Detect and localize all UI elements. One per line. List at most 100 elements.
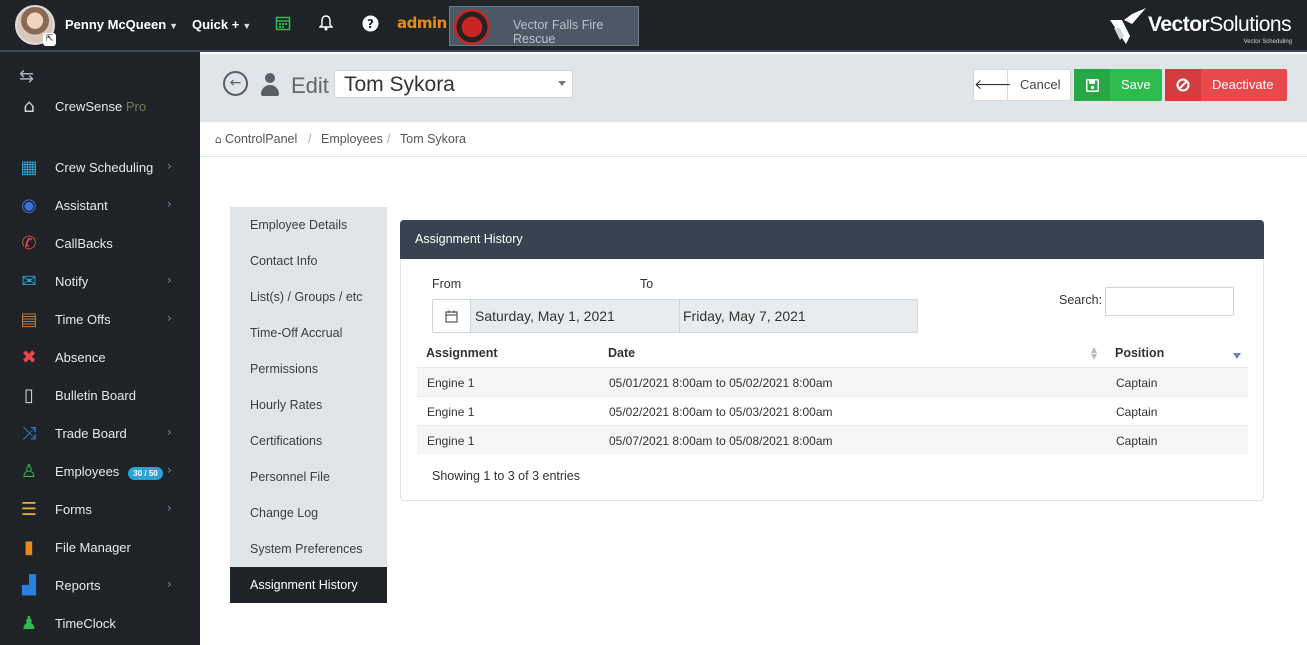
panel-header: Assignment History — [400, 220, 1264, 259]
cell-position: Captain — [1116, 434, 1158, 448]
sidebar-item-label: Assistant — [55, 198, 108, 213]
tab-label: Permissions — [250, 362, 319, 376]
save-label: Save — [1121, 77, 1151, 92]
tab-hourly-rates[interactable]: Hourly Rates — [230, 387, 387, 423]
sidebar-item-absence[interactable]: ✖ Absence — [0, 341, 200, 375]
tab-permissions[interactable]: Permissions — [230, 351, 387, 387]
cell-position: Captain — [1116, 376, 1158, 390]
cell-assignment: Engine 1 — [427, 434, 475, 448]
sidebar-item-callbacks[interactable]: ✆ CallBacks — [0, 227, 200, 261]
cell-assignment: Engine 1 — [427, 405, 475, 419]
cancel-button[interactable]: 🡐 Cancel — [973, 69, 1071, 101]
date-range-picker[interactable]: Saturday, May 1, 2021 Friday, May 7, 202… — [432, 299, 918, 333]
sidebar-item-bulletin-board[interactable]: ▯ Bulletin Board — [0, 379, 200, 413]
arrow-left-icon: 🡐 — [974, 70, 1012, 100]
search-input[interactable] — [1105, 287, 1234, 316]
from-date-input[interactable]: Saturday, May 1, 2021 — [475, 300, 615, 332]
chevron-down-icon: ▼ — [242, 21, 252, 31]
quick-add-menu[interactable]: Quick + ▼ — [192, 17, 251, 32]
tab-label: Assignment History — [250, 578, 358, 592]
bar-chart-icon: ▟ — [22, 575, 36, 596]
table-row[interactable]: Engine 1 05/07/2021 8:00am to 05/08/2021 … — [417, 425, 1248, 454]
tab-label: Certifications — [250, 434, 323, 448]
assistant-icon: ◉ — [21, 195, 37, 216]
sidebar-item-label: Notify — [55, 274, 89, 289]
sort-icon[interactable]: ▲ ▼ — [1091, 346, 1097, 361]
deactivate-button[interactable]: Deactivate — [1165, 69, 1287, 101]
user-icon — [260, 73, 280, 97]
admin-link[interactable]: admin — [397, 14, 447, 32]
breadcrumb-controlpanel[interactable]: ⌂ ControlPanel — [215, 132, 297, 146]
sidebar-toggle-icon[interactable]: ⇆ — [19, 66, 34, 87]
user-icon: ♙ — [20, 461, 38, 482]
calendar-icon[interactable] — [274, 15, 292, 33]
back-icon[interactable]: ← — [223, 71, 248, 96]
fire-department-seal-icon — [454, 9, 490, 45]
sidebar-item-employees[interactable]: ♙ Employees 30 / 50 › — [0, 455, 200, 489]
tab-change-log[interactable]: Change Log — [230, 495, 387, 531]
vector-solutions-logo: VectorSolutions Vector Scheduling — [1108, 6, 1294, 48]
save-button[interactable]: Save — [1074, 69, 1162, 101]
breadcrumb-label: ControlPanel — [224, 132, 298, 146]
sidebar-item-crewsense[interactable]: ⌂ CrewSense Pro — [0, 90, 200, 124]
tab-label: Contact Info — [250, 254, 318, 268]
to-date-input[interactable]: Friday, May 7, 2021 — [683, 300, 806, 332]
breadcrumb-separator: / — [308, 132, 312, 146]
sidebar-item-file-manager[interactable]: ▮ File Manager — [0, 531, 200, 565]
column-header-date[interactable]: Date — [608, 346, 635, 360]
breadcrumb-employees[interactable]: Employees — [321, 132, 383, 146]
chevron-right-icon: › — [167, 577, 172, 591]
sidebar-item-crew-scheduling[interactable]: ▦ Crew Scheduling › — [0, 151, 200, 185]
department-switcher[interactable]: Vector Falls Fire Rescue — [449, 6, 639, 46]
tab-label: List(s) / Groups / etc — [250, 290, 363, 304]
timeclock-icon: ♟ — [20, 613, 38, 634]
column-header-assignment[interactable]: Assignment — [426, 346, 498, 360]
floppy-disk-icon — [1074, 69, 1110, 101]
bell-icon[interactable] — [317, 15, 335, 33]
tab-label: Time-Off Accrual — [250, 326, 343, 340]
logo-main: Vector — [1148, 13, 1210, 36]
breadcrumb: ⌂ ControlPanel / Employees / Tom Sykora — [200, 122, 1307, 157]
envelope-icon: ✉ — [21, 271, 37, 292]
brand-suffix: Pro — [125, 99, 147, 114]
tab-employee-details[interactable]: Employee Details — [230, 207, 387, 243]
cell-assignment: Engine 1 — [427, 376, 475, 390]
cell-date: 05/01/2021 8:00am to 05/02/2021 8:00am — [609, 376, 833, 390]
tab-time-off-accrual[interactable]: Time-Off Accrual — [230, 315, 387, 351]
sidebar-item-reports[interactable]: ▟ Reports › — [0, 569, 200, 603]
tab-list-s-groups-etc[interactable]: List(s) / Groups / etc — [230, 279, 387, 315]
edit-label: Edit — [291, 73, 329, 98]
file-icon: ▮ — [24, 537, 34, 558]
ban-icon — [1165, 69, 1201, 101]
brand-name: CrewSense — [55, 99, 123, 114]
top-bar: ⇱ Penny McQueen ▼ Quick + ▼ ? admin Vector… — [0, 0, 1307, 52]
sidebar-item-assistant[interactable]: ◉ Assistant › — [0, 189, 200, 223]
employee-select[interactable]: Tom Sykora — [334, 70, 573, 98]
shuffle-icon: ⤨ — [21, 423, 37, 444]
deactivate-label: Deactivate — [1212, 77, 1274, 92]
sort-desc-icon[interactable] — [1233, 353, 1241, 359]
sidebar-item-notify[interactable]: ✉ Notify › — [0, 265, 200, 299]
calendar-icon[interactable] — [433, 300, 471, 332]
user-menu[interactable]: Penny McQueen ▼ — [65, 17, 178, 32]
table-row[interactable]: Engine 1 05/02/2021 8:00am to 05/03/2021 … — [417, 396, 1248, 425]
sidebar-item-forms[interactable]: ☰ Forms › — [0, 493, 200, 527]
tab-certifications[interactable]: Certifications — [230, 423, 387, 459]
chevron-right-icon: › — [167, 311, 172, 325]
sidebar-item-trade-board[interactable]: ⤨ Trade Board › — [0, 417, 200, 451]
sidebar-item-label: Time Offs — [55, 312, 111, 327]
cancel-label: Cancel — [1020, 77, 1061, 92]
tab-system-preferences[interactable]: System Preferences — [230, 531, 387, 567]
tab-contact-info[interactable]: Contact Info — [230, 243, 387, 279]
sidebar-item-label: File Manager — [55, 540, 131, 555]
tab-assignment-history[interactable]: Assignment History — [230, 567, 387, 603]
logo-accent: Solutions — [1209, 13, 1292, 36]
tab-label: Hourly Rates — [250, 398, 323, 412]
sidebar-item-timeclock[interactable]: ♟ TimeClock — [0, 607, 200, 641]
sidebar-item-time-offs[interactable]: ▤ Time Offs › — [0, 303, 200, 337]
cell-date: 05/02/2021 8:00am to 05/03/2021 8:00am — [609, 405, 833, 419]
tab-personnel-file[interactable]: Personnel File — [230, 459, 387, 495]
column-header-position[interactable]: Position — [1115, 346, 1164, 360]
table-row[interactable]: Engine 1 05/01/2021 8:00am to 05/02/2021 … — [417, 367, 1248, 396]
help-icon[interactable]: ? — [361, 15, 379, 33]
